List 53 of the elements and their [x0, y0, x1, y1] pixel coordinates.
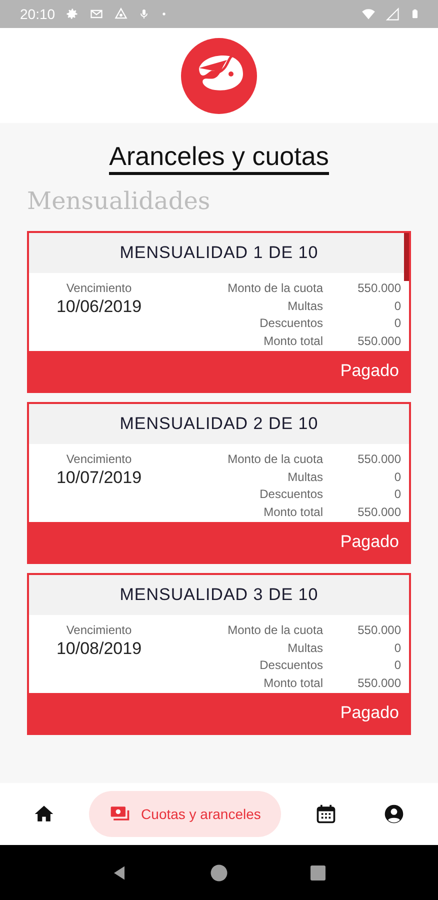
- fees-tab[interactable]: Cuotas y aranceles: [89, 791, 281, 837]
- amount-value: 550.000: [356, 504, 401, 520]
- amount-label: Descuentos: [258, 316, 323, 332]
- amount-value: 550.000: [356, 623, 401, 639]
- page-title: Aranceles y cuotas: [109, 141, 329, 175]
- amount-value: 550.000: [356, 281, 401, 297]
- amount-label: Descuentos: [258, 658, 323, 674]
- amount-value: 0: [393, 316, 401, 332]
- amount-label: Multas: [286, 640, 323, 656]
- profile-icon: [382, 803, 405, 825]
- status-bar: Pagado: [29, 522, 409, 562]
- card-title: MENSUALIDAD 2 DE 10: [120, 414, 318, 434]
- wifi-icon: [361, 7, 376, 21]
- dot-icon: [160, 10, 168, 18]
- status-bar: Pagado: [29, 351, 409, 391]
- amount-label: Descuentos: [258, 487, 323, 503]
- gear-icon: [65, 7, 80, 21]
- due-label: Vencimiento: [66, 281, 132, 295]
- amount-value: 0: [393, 658, 401, 674]
- signal-icon: [386, 7, 400, 21]
- amount-label: Monto de la cuota: [226, 281, 323, 297]
- amount-label: Multas: [286, 470, 323, 486]
- amount-value: 0: [393, 487, 401, 503]
- amount-value: 0: [393, 640, 401, 656]
- card-title: MENSUALIDAD 1 DE 10: [120, 243, 318, 263]
- logo-icon: [181, 38, 257, 114]
- amount-label: Monto total: [262, 504, 323, 520]
- due-date: 10/07/2019: [56, 468, 142, 488]
- status-bar: Pagado: [29, 693, 409, 733]
- microphone-icon: [138, 7, 150, 21]
- amount-label: Monto total: [262, 676, 323, 692]
- scrollbar: [404, 233, 409, 281]
- clock: 20:10: [20, 6, 56, 22]
- calendar-icon: [314, 803, 337, 825]
- amount-label: Monto total: [262, 334, 323, 350]
- card-title: MENSUALIDAD 3 DE 10: [120, 585, 318, 605]
- amount-value: 550.000: [356, 334, 401, 350]
- amount-value: 550.000: [356, 452, 401, 468]
- home-button-icon[interactable]: [210, 864, 228, 882]
- amount-label: Monto de la cuota: [226, 623, 323, 639]
- mail-icon: [89, 7, 104, 21]
- due-label: Vencimiento: [66, 623, 132, 637]
- amount-label: Monto de la cuota: [226, 452, 323, 468]
- amount-value: 0: [393, 298, 401, 314]
- section-title: Mensualidades: [27, 187, 212, 215]
- amount-value: 0: [393, 470, 401, 486]
- triangle-icon: [114, 7, 128, 21]
- due-date: 10/08/2019: [56, 639, 142, 659]
- amount-value: 550.000: [356, 676, 401, 692]
- due-label: Vencimiento: [66, 452, 132, 466]
- due-date: 10/06/2019: [56, 297, 142, 317]
- recents-icon[interactable]: [309, 864, 328, 882]
- amount-label: Multas: [286, 298, 323, 314]
